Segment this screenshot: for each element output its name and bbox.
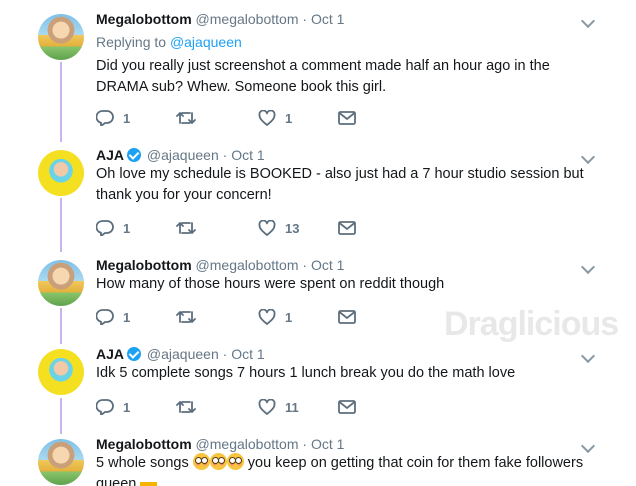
reply-count: 1 bbox=[123, 399, 131, 415]
reply-count: 1 bbox=[123, 110, 131, 126]
tweet-date[interactable]: Oct 1 bbox=[311, 436, 344, 452]
verified-badge-icon bbox=[127, 148, 142, 162]
tweet-date[interactable]: Oct 1 bbox=[311, 257, 344, 273]
tweet-actions: 1 1 bbox=[96, 108, 376, 128]
like-button[interactable]: 1 bbox=[258, 307, 292, 327]
tweet-date[interactable]: Oct 1 bbox=[231, 147, 264, 163]
reply-button[interactable]: 1 bbox=[96, 108, 130, 128]
retweet-button[interactable] bbox=[176, 218, 205, 238]
tweet[interactable]: AJA @ajaqueen · Oct 1 Oh love my schedul… bbox=[0, 142, 636, 252]
tweet-header: Megalobottom @megalobottom · Oct 1 bbox=[96, 10, 344, 28]
reply-icon bbox=[96, 110, 114, 126]
separator-dot: · bbox=[302, 11, 308, 27]
tweet-header: AJA @ajaqueen · Oct 1 bbox=[96, 345, 265, 363]
flushed-face-emoji bbox=[209, 453, 227, 470]
replying-to: Replying to @ajaqueen bbox=[96, 34, 242, 50]
envelope-icon bbox=[338, 310, 356, 324]
heart-icon bbox=[258, 309, 276, 325]
separator-dot: · bbox=[302, 257, 308, 273]
tweet-text: Idk 5 complete songs 7 hours 1 lunch bre… bbox=[96, 365, 516, 381]
chevron-down-icon[interactable] bbox=[580, 149, 596, 165]
user-handle[interactable]: @ajaqueen bbox=[147, 346, 219, 362]
tweet-text: Oh love my schedule is BOOKED - also jus… bbox=[96, 166, 584, 203]
tweet-header: Megalobottom @megalobottom · Oct 1 bbox=[96, 256, 344, 274]
display-name[interactable]: AJA bbox=[96, 147, 124, 163]
like-count: 1 bbox=[285, 110, 293, 126]
chevron-down-icon[interactable] bbox=[580, 13, 596, 29]
reply-count: 1 bbox=[123, 309, 131, 325]
message-button[interactable] bbox=[338, 397, 356, 417]
retweet-icon bbox=[176, 110, 196, 126]
tweet-text-part: 5 whole songs bbox=[96, 455, 189, 471]
like-count: 1 bbox=[285, 309, 293, 325]
tweet-actions: 1 1 bbox=[96, 307, 376, 327]
retweet-button[interactable] bbox=[176, 307, 205, 327]
reply-button[interactable]: 1 bbox=[96, 307, 130, 327]
heart-icon bbox=[258, 220, 276, 236]
crown-emoji bbox=[140, 477, 158, 486]
retweet-icon bbox=[176, 399, 196, 415]
display-name[interactable]: AJA bbox=[96, 346, 124, 362]
display-name[interactable]: Megalobottom bbox=[96, 436, 192, 452]
tweet-text: How many of those hours were spent on re… bbox=[96, 276, 445, 292]
like-button[interactable]: 1 bbox=[258, 108, 292, 128]
separator-dot: · bbox=[302, 436, 308, 452]
separator-dot: · bbox=[222, 147, 228, 163]
tweet-date[interactable]: Oct 1 bbox=[231, 346, 264, 362]
reply-button[interactable]: 1 bbox=[96, 218, 130, 238]
like-count: 13 bbox=[285, 220, 300, 236]
tweet-text: Did you really just screenshot a comment… bbox=[96, 58, 550, 95]
chevron-down-icon[interactable] bbox=[580, 259, 596, 275]
user-handle[interactable]: @megalobottom bbox=[196, 436, 299, 452]
envelope-icon bbox=[338, 221, 356, 235]
chevron-down-icon[interactable] bbox=[580, 348, 596, 364]
replying-to-label: Replying to bbox=[96, 34, 167, 50]
flushed-face-emoji bbox=[226, 453, 244, 470]
message-button[interactable] bbox=[338, 218, 356, 238]
user-handle[interactable]: @megalobottom bbox=[196, 11, 299, 27]
like-count: 11 bbox=[285, 399, 299, 415]
avatar[interactable] bbox=[38, 439, 84, 485]
verified-badge-icon bbox=[127, 347, 142, 361]
retweet-button[interactable] bbox=[176, 397, 205, 417]
message-button[interactable] bbox=[338, 307, 356, 327]
retweet-icon bbox=[176, 220, 196, 236]
user-handle[interactable]: @ajaqueen bbox=[147, 147, 219, 163]
avatar[interactable] bbox=[38, 14, 84, 60]
separator-dot: · bbox=[222, 346, 228, 362]
reply-button[interactable]: 1 bbox=[96, 397, 130, 417]
tweet[interactable]: Megalobottom @megalobottom · Oct 1 How m… bbox=[0, 252, 636, 342]
reply-icon bbox=[96, 309, 114, 325]
tweet-header: AJA @ajaqueen · Oct 1 bbox=[96, 146, 265, 164]
tweet-actions: 1 11 bbox=[96, 397, 376, 417]
tweet-date[interactable]: Oct 1 bbox=[311, 11, 344, 27]
display-name[interactable]: Megalobottom bbox=[96, 11, 192, 27]
avatar[interactable] bbox=[38, 150, 84, 196]
tweet-text: 5 whole songs you keep on getting that c… bbox=[96, 453, 596, 486]
like-button[interactable]: 13 bbox=[258, 218, 299, 238]
reply-icon bbox=[96, 220, 114, 236]
retweet-icon bbox=[176, 309, 196, 325]
envelope-icon bbox=[338, 111, 356, 125]
user-handle[interactable]: @megalobottom bbox=[196, 257, 299, 273]
envelope-icon bbox=[338, 400, 356, 414]
avatar[interactable] bbox=[38, 260, 84, 306]
reply-count: 1 bbox=[123, 220, 131, 236]
tweet[interactable]: Megalobottom @megalobottom · Oct 1 Reply… bbox=[0, 6, 636, 136]
tweet[interactable]: Megalobottom @megalobottom · Oct 1 5 who… bbox=[0, 431, 636, 486]
like-button[interactable]: 11 bbox=[258, 397, 299, 417]
avatar[interactable] bbox=[38, 349, 84, 395]
flushed-face-emoji bbox=[192, 453, 210, 470]
chevron-down-icon[interactable] bbox=[580, 438, 596, 454]
display-name[interactable]: Megalobottom bbox=[96, 257, 192, 273]
tweet-header: Megalobottom @megalobottom · Oct 1 bbox=[96, 435, 344, 453]
message-button[interactable] bbox=[338, 108, 356, 128]
heart-icon bbox=[258, 110, 276, 126]
mention-link[interactable]: @ajaqueen bbox=[170, 34, 242, 50]
tweet-actions: 1 13 bbox=[96, 218, 376, 238]
tweet[interactable]: AJA @ajaqueen · Oct 1 Idk 5 complete son… bbox=[0, 341, 636, 431]
retweet-button[interactable] bbox=[176, 108, 205, 128]
heart-icon bbox=[258, 399, 276, 415]
reply-icon bbox=[96, 399, 114, 415]
